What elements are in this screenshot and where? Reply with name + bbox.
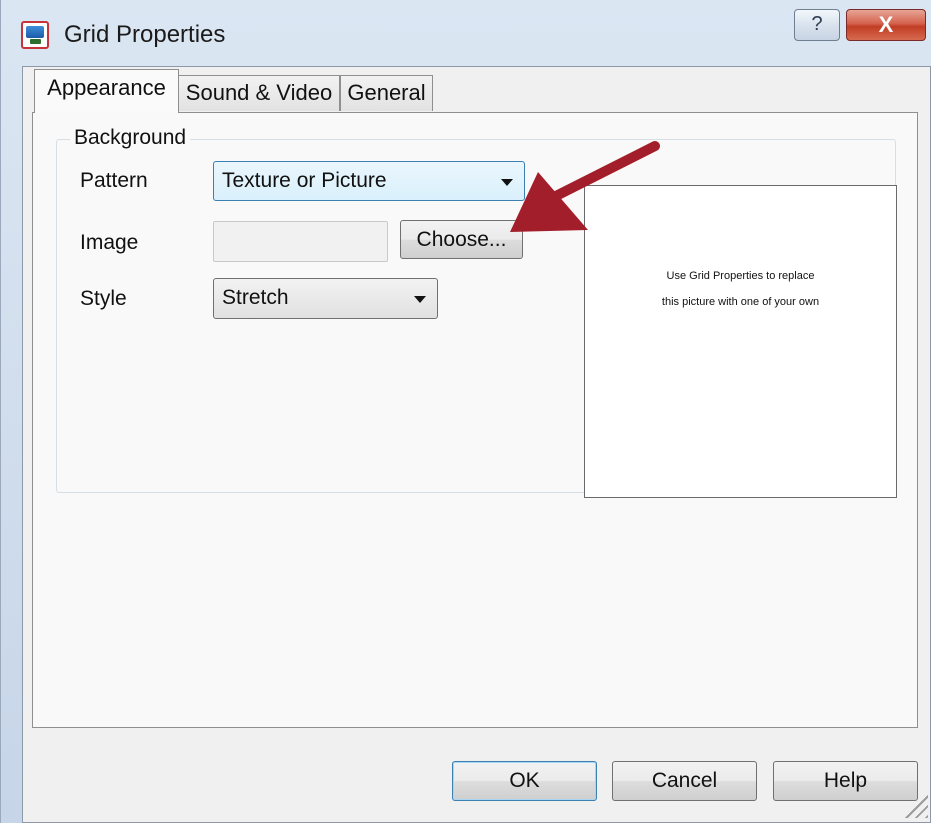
grid-app-icon (21, 21, 49, 49)
style-dropdown[interactable]: Stretch (213, 278, 438, 319)
choose-image-button[interactable]: Choose... (400, 220, 523, 259)
background-group-label: Background (70, 126, 191, 150)
appearance-tab-page: Background Pattern Texture or Picture Im… (32, 112, 918, 728)
window-title: Grid Properties (64, 21, 226, 48)
cancel-button[interactable]: Cancel (612, 761, 757, 801)
grid-properties-dialog: Grid Properties ? X Appearance Sound & V… (0, 0, 931, 823)
tab-appearance[interactable]: Appearance (34, 69, 179, 113)
close-icon: X (878, 12, 894, 37)
close-button[interactable]: X (846, 9, 926, 41)
dialog-client-area: Appearance Sound & Video General Backgro… (22, 66, 931, 823)
background-groupbox: Background Pattern Texture or Picture Im… (56, 126, 897, 498)
image-path-field[interactable] (213, 221, 388, 262)
pattern-label: Pattern (80, 169, 148, 192)
chevron-down-icon (501, 179, 513, 186)
preview-text-line-1: Use Grid Properties to replace (666, 270, 815, 282)
preview-text-line-2: this picture with one of your own (661, 296, 820, 308)
question-icon: ? (811, 13, 823, 35)
title-bar[interactable]: Grid Properties ? X (1, 0, 931, 60)
chevron-down-icon (414, 296, 426, 303)
style-value: Stretch (222, 286, 289, 309)
help-button[interactable]: Help (773, 761, 918, 801)
ok-button[interactable]: OK (452, 761, 597, 801)
help-title-button[interactable]: ? (794, 9, 840, 41)
pattern-value: Texture or Picture (222, 169, 387, 192)
tab-sound-video[interactable]: Sound & Video (178, 75, 340, 111)
image-label: Image (80, 231, 139, 254)
style-label: Style (80, 287, 127, 310)
background-preview: Use Grid Properties to replace this pict… (584, 185, 897, 498)
tab-general[interactable]: General (340, 75, 433, 111)
pattern-dropdown[interactable]: Texture or Picture (213, 161, 525, 201)
